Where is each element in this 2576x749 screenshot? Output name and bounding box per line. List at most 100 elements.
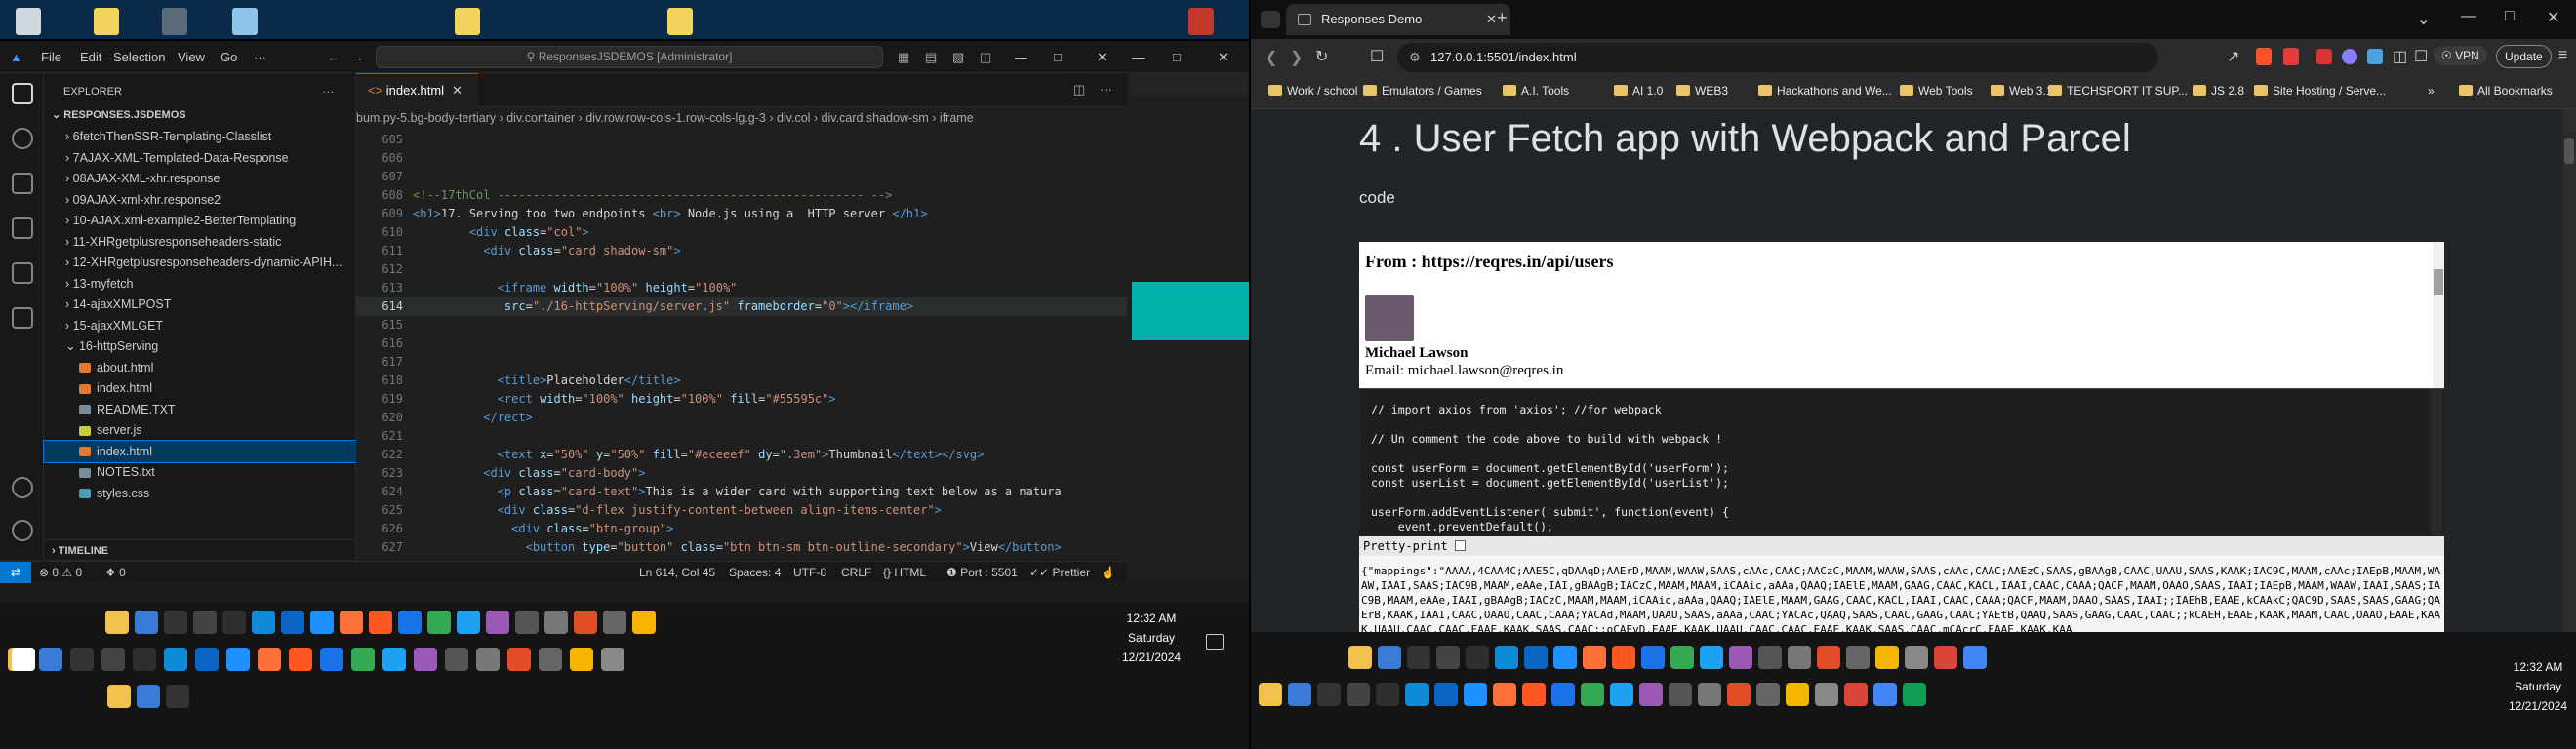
code-line[interactable]: 608 <!--17thCol -------------------------… (356, 186, 1127, 205)
bookmark-folder[interactable]: Work / school (1268, 84, 1357, 98)
users-iframe[interactable]: From : https://reqres.in/api/users Micha… (1359, 242, 2444, 388)
taskbar-app-icon[interactable] (281, 611, 304, 634)
taskbar-app-icon[interactable] (1758, 646, 1782, 669)
page-scrollbar[interactable] (2562, 109, 2576, 632)
flask-icon[interactable] (12, 307, 33, 329)
forward-arrow-icon[interactable]: ❯ (1290, 48, 1303, 67)
clock-right[interactable]: 12:32 AM Saturday 12/21/2024 (2504, 657, 2572, 716)
taskbar-app-icon[interactable] (515, 611, 539, 634)
brave-shields-icon[interactable] (2256, 48, 2272, 65)
taskbar-app-icon[interactable] (1727, 683, 1751, 706)
desktop-folder-icon[interactable] (455, 8, 480, 35)
code-line[interactable]: 616 (356, 335, 1127, 353)
code-line[interactable]: 605 (356, 131, 1127, 149)
desktop-folder-icon[interactable] (667, 8, 693, 35)
bookmark-folder[interactable]: JS 2.8 (2193, 84, 2244, 98)
menu-go[interactable]: Go (221, 50, 237, 64)
run-debug-icon[interactable] (12, 217, 33, 239)
taskbar-app-icon[interactable] (258, 648, 281, 671)
layout-toggle-icon[interactable]: ▦ (898, 50, 909, 65)
taskbar-app-icon[interactable] (164, 611, 187, 634)
taskbar-app-icon[interactable] (70, 648, 94, 671)
taskbar-app-icon[interactable] (1553, 646, 1577, 669)
pretty-print-checkbox[interactable] (1454, 540, 1466, 551)
breadcrumb-item[interactable]: div.col (777, 111, 811, 125)
taskbar-app-icon[interactable] (570, 648, 593, 671)
taskbar-app-icon[interactable] (1670, 646, 1694, 669)
taskbar-app-icon[interactable] (320, 648, 343, 671)
file-tree-item[interactable]: › 6fetchThenSSR-Templating-Classlist (44, 126, 356, 147)
tab-search-icon[interactable] (1261, 11, 1280, 28)
file-tree-item[interactable]: README.TXT (44, 399, 356, 420)
share-icon[interactable]: ↗ (2227, 47, 2239, 66)
close-tab-icon[interactable]: ✕ (452, 83, 463, 98)
desktop-window-icon[interactable] (232, 8, 258, 35)
extension-icon[interactable] (2342, 49, 2357, 64)
taskbar-app-icon[interactable] (574, 611, 597, 634)
taskbar-app-icon[interactable] (1378, 646, 1401, 669)
taskbar-app-icon[interactable] (351, 648, 375, 671)
sidebar-toggle-icon[interactable]: ▧ (952, 50, 964, 65)
taskbar-app-icon[interactable] (135, 611, 158, 634)
taskbar-app-icon[interactable] (252, 611, 275, 634)
taskbar-app-icon[interactable] (486, 611, 509, 634)
bookmark-folder[interactable]: Hackathons and We... (1758, 84, 1892, 98)
source-scrollbar[interactable] (2431, 389, 2442, 535)
taskbar-app-icon[interactable] (445, 648, 468, 671)
taskbar-app-icon[interactable] (1551, 683, 1575, 706)
extension-icon[interactable] (2367, 49, 2383, 64)
clock-left[interactable]: 12:32 AM Saturday 12/21/2024 (1122, 609, 1181, 667)
taskbar-app-icon[interactable] (1817, 646, 1840, 669)
breadcrumb-item[interactable]: iframe (940, 111, 974, 125)
taskbar-app-icon[interactable] (226, 648, 250, 671)
taskbar-app-icon[interactable] (601, 648, 624, 671)
breadcrumb-item[interactable]: div.row.row-cols-1.row-cols-lg.g-3 (585, 111, 766, 125)
file-tree-item[interactable]: about.html (44, 357, 356, 378)
taskbar-app-icon[interactable] (544, 611, 568, 634)
code-line[interactable]: 624 <p class="card-text">This is a wider… (356, 483, 1127, 501)
taskbar-app-icon[interactable] (1612, 646, 1635, 669)
taskbar-app-icon[interactable] (107, 685, 131, 708)
encoding[interactable]: UTF-8 (793, 562, 826, 583)
file-tree-item[interactable]: › 15-ajaxXMLGET (44, 315, 356, 336)
bookmark-folder[interactable]: Site Hosting / Serve... (2254, 84, 2386, 98)
taskbar-app-icon[interactable] (1583, 646, 1606, 669)
taskbar-app-icon[interactable] (382, 648, 406, 671)
file-tree-item[interactable]: › 7AJAX-XML-Templated-Data-Response (44, 147, 356, 169)
file-tree-item[interactable]: › 10-AJAX.xml-example2-BetterTemplating (44, 210, 356, 231)
file-tree-item[interactable]: NOTES.txt (44, 461, 356, 483)
tab-responses-demo[interactable]: Responses Demo ✕ (1286, 4, 1510, 35)
tab-index-html[interactable]: <> index.html ✕ (356, 73, 478, 107)
bookmark-folder[interactable]: Emulators / Games (1363, 84, 1482, 98)
taskbar-app-icon[interactable] (105, 611, 129, 634)
cursor-position[interactable]: Ln 614, Col 45 (639, 562, 715, 583)
bookmark-folder[interactable]: A.I. Tools (1503, 84, 1569, 98)
all-bookmarks[interactable]: All Bookmarks (2459, 84, 2553, 98)
overlay-maximize-icon[interactable]: □ (1173, 50, 1181, 64)
bookmarks-overflow-icon[interactable]: » (2428, 84, 2435, 98)
indentation[interactable]: Spaces: 4 (729, 562, 781, 583)
wallet-icon[interactable]: ☐ (2414, 47, 2428, 66)
taskbar-app-icon[interactable] (1347, 683, 1370, 706)
file-tree-item[interactable]: index.html (44, 377, 356, 399)
close-tab-icon[interactable]: ✕ (1486, 4, 1497, 35)
code-line[interactable]: 610 <div class="col"> (356, 223, 1127, 242)
taskbar-app-icon[interactable] (427, 611, 451, 634)
desktop-app-icon[interactable] (162, 8, 187, 35)
taskbar-app-icon[interactable] (539, 648, 562, 671)
command-center-search[interactable]: ⚲ ResponsesJSDEMOS [Administrator] (376, 46, 883, 68)
file-tree-item[interactable]: › 14-ajaxXMLPOST (44, 294, 356, 315)
taskbar-app-icon[interactable] (195, 648, 219, 671)
taskbar-app-icon[interactable] (133, 648, 156, 671)
prettier-status[interactable]: ✓✓ Prettier (1029, 562, 1090, 583)
back-arrow-icon[interactable]: ← (327, 50, 340, 64)
explorer-icon[interactable] (12, 83, 33, 104)
taskbar-app-icon[interactable] (1815, 683, 1838, 706)
taskbar-app-icon[interactable] (222, 611, 246, 634)
frame-scroll-thumb[interactable] (2434, 269, 2443, 295)
code-line[interactable]: 621 (356, 427, 1127, 446)
notification-center-icon[interactable] (1206, 634, 1224, 650)
panel-toggle-icon[interactable]: ▤ (925, 50, 937, 65)
desktop-shortcut-icon[interactable] (1188, 8, 1214, 35)
ports-indicator[interactable]: ❖ 0 (105, 562, 126, 583)
